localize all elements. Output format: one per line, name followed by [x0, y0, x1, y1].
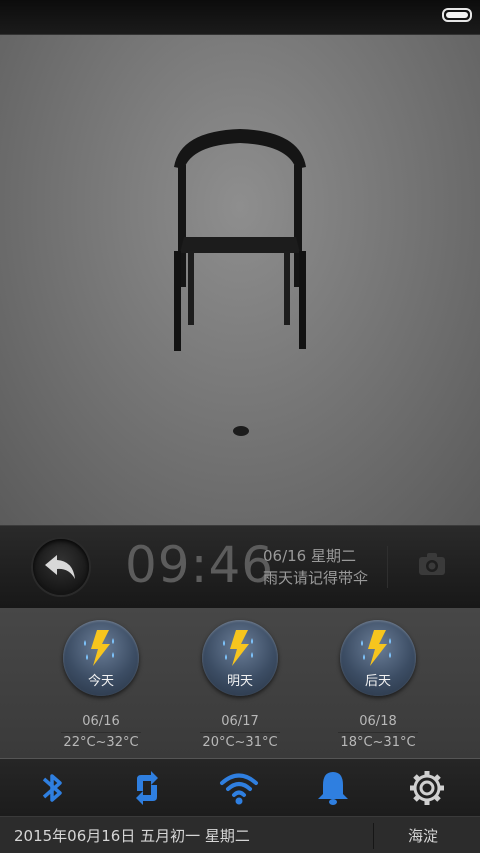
divider [61, 732, 141, 733]
full-date: 2015年06月16日 五月初一 星期二 [14, 827, 250, 845]
forecast-temp: 20°C~31°C [202, 735, 278, 750]
wallpaper [0, 35, 480, 525]
battery-level-fill [446, 12, 468, 18]
thunderstorm-icon [223, 630, 253, 666]
forecast-temp: 22°C~32°C [63, 735, 139, 750]
weather-icon-circle: 今天 [63, 620, 139, 696]
gear-icon[interactable] [407, 769, 447, 807]
forecast-day-label: 今天 [87, 674, 114, 689]
pebble-image [233, 426, 249, 436]
weather-forecast: 今天 06/16 22°C~32°C 明天 06/17 20°C~31°C 后天… [0, 608, 480, 758]
forecast-date: 06/16 [82, 714, 120, 729]
chair-image [174, 129, 306, 351]
clock-bar: 09:46 06/16 星期二 雨天请记得带伞 [0, 525, 480, 609]
location-label[interactable]: 海淀 [408, 825, 438, 846]
forecast-date: 06/18 [359, 714, 397, 729]
forecast-day-label: 后天 [364, 674, 391, 689]
clock-date: 06/16 星期二 [263, 547, 356, 565]
forecast-date: 06/17 [221, 714, 259, 729]
forecast-day-after[interactable]: 后天 06/18 18°C~31°C [328, 620, 428, 750]
info-bar: 2015年06月16日 五月初一 星期二 海淀 [0, 816, 480, 853]
lockscreen: 09:46 06/16 星期二 雨天请记得带伞 今天 06/16 22°C~32… [0, 0, 480, 853]
weather-icon-circle: 明天 [202, 620, 278, 696]
divider [338, 732, 418, 733]
forecast-tomorrow[interactable]: 明天 06/17 20°C~31°C [190, 620, 290, 750]
thunderstorm-icon [84, 630, 114, 666]
back-button[interactable] [33, 539, 89, 595]
clock-time: 09:46 [125, 536, 275, 594]
forecast-temp: 18°C~31°C [340, 735, 416, 750]
weather-icon-circle: 后天 [340, 620, 416, 696]
forecast-today[interactable]: 今天 06/16 22°C~32°C [51, 620, 151, 750]
thunderstorm-icon [361, 630, 391, 666]
wifi-icon[interactable] [219, 769, 259, 807]
weather-tip: 雨天请记得带伞 [263, 569, 369, 587]
quick-toggles [0, 758, 480, 818]
bell-icon[interactable] [313, 769, 353, 807]
back-arrow-icon [45, 555, 75, 579]
camera-icon[interactable] [418, 552, 446, 576]
divider [387, 546, 388, 588]
status-bar [0, 0, 480, 35]
battery-full-icon [442, 8, 472, 22]
sync-icon[interactable] [127, 769, 167, 807]
bluetooth-icon[interactable] [32, 769, 72, 807]
divider [200, 732, 280, 733]
forecast-day-label: 明天 [226, 674, 253, 689]
divider [373, 823, 374, 849]
